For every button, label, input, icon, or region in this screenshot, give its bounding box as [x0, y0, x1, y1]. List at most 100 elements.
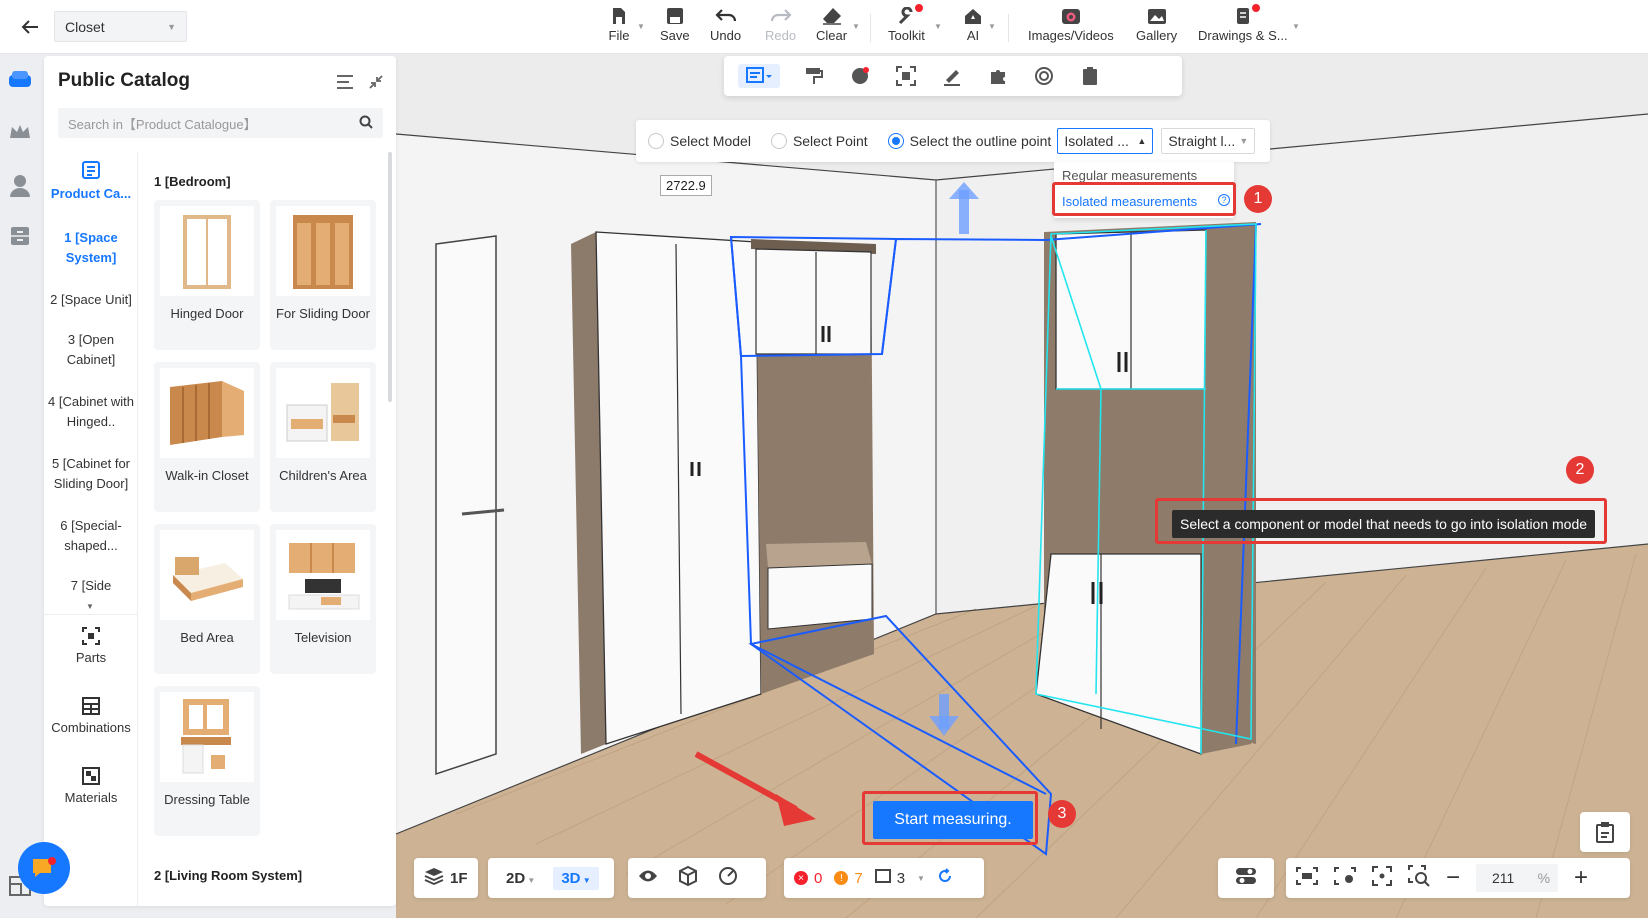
chevron-down-icon: ▼	[167, 21, 176, 32]
drawings-label: Drawings & S...	[1198, 28, 1288, 43]
list-toggle-icon[interactable]	[336, 74, 354, 95]
catalog-sofa-icon[interactable]	[6, 66, 34, 94]
gauge-icon[interactable]	[718, 866, 738, 890]
collapse-icon[interactable]	[368, 74, 384, 95]
sidebar-item-side-cabinet[interactable]: 7 [Side Cabinet]	[44, 576, 138, 600]
clear-caret-icon: ▼	[852, 22, 860, 31]
drawings-button[interactable]: Drawings & S...	[1198, 4, 1288, 43]
puzzle-icon[interactable]	[986, 64, 1010, 88]
clipboard-button[interactable]	[1580, 812, 1630, 852]
left-rail	[0, 54, 40, 918]
parts-button[interactable]: Parts	[44, 626, 138, 665]
product-card-childrens-area[interactable]: Children's Area	[270, 362, 376, 512]
view-2d-button[interactable]: 2D ▼	[498, 867, 543, 890]
3d-viewport[interactable]	[396, 54, 1648, 918]
dropdown-item-regular[interactable]: Regular measurements	[1062, 168, 1197, 183]
tab-product-catalog-label: Product Ca...	[50, 186, 132, 201]
undo-button[interactable]: Undo	[710, 6, 741, 43]
divider	[870, 14, 871, 42]
select-area-icon[interactable]	[1296, 867, 1318, 889]
product-card-dressing-table[interactable]: Dressing Table	[154, 686, 260, 836]
back-arrow-icon[interactable]	[14, 12, 46, 42]
file-caret-icon: ▼	[637, 22, 645, 31]
fit-view-icon[interactable]	[1372, 866, 1392, 890]
combinations-button[interactable]: Combinations	[44, 696, 138, 735]
floor-selector[interactable]: 1F	[414, 858, 478, 898]
gallery-button[interactable]: Gallery	[1136, 6, 1177, 43]
step-badge-1: 1	[1244, 185, 1272, 213]
card-label: Bed Area	[180, 630, 234, 645]
error-count: 0	[814, 869, 823, 887]
model-count: 3	[896, 869, 906, 887]
brush-icon[interactable]	[940, 64, 964, 88]
highlight-box-2	[1155, 498, 1607, 544]
toolkit-caret-icon: ▼	[934, 22, 942, 31]
measure-tool-icon[interactable]	[738, 64, 780, 88]
zoom-in-icon[interactable]: +	[1574, 866, 1588, 890]
zoom-region-icon[interactable]	[1408, 865, 1430, 891]
product-card-sliding-door[interactable]: For Sliding Door	[270, 200, 376, 350]
sidebar-item-hinged-cabinet[interactable]: 4 [Cabinet with Hinged..	[44, 392, 138, 432]
product-card-walk-in-closet[interactable]: Walk-in Closet	[154, 362, 260, 512]
file-label: File	[608, 28, 630, 43]
sidebar-item-special-shaped[interactable]: 6 [Special-shaped...	[44, 516, 138, 556]
save-button[interactable]: Save	[660, 6, 690, 43]
highlight-box-1	[1052, 182, 1236, 216]
notification-dot	[915, 4, 924, 12]
wrench-icon	[895, 4, 924, 26]
redo-button[interactable]: Redo	[765, 6, 796, 43]
view-3d-button[interactable]: 3D ▼	[553, 866, 599, 890]
divider	[1008, 14, 1009, 42]
sidebar-item-space-system[interactable]: 1 [Space System]	[44, 228, 138, 268]
file-button[interactable]: File	[608, 6, 630, 43]
product-card-bed-area[interactable]: Bed Area	[154, 524, 260, 674]
search-icon[interactable]	[359, 115, 373, 132]
sidebar-item-open-cabinet[interactable]: 3 [Open Cabinet]	[44, 330, 138, 370]
sidebar-item-space-unit[interactable]: 2 [Space Unit]	[44, 290, 138, 310]
paint-roller-icon[interactable]	[802, 64, 826, 88]
scroll-down-icon[interactable]: ▼	[86, 602, 94, 611]
radio-checked-icon	[887, 133, 904, 149]
toolkit-button[interactable]: Toolkit	[888, 4, 925, 43]
settings-toggle[interactable]	[1218, 858, 1274, 898]
cabinet-icon[interactable]	[6, 222, 34, 250]
camera-icon	[1060, 6, 1082, 26]
measurement-mode-select[interactable]: Isolated ... ▲	[1057, 128, 1154, 154]
ai-button[interactable]: AI	[962, 6, 984, 43]
sidebar-item-sliding-door-cabinet[interactable]: 5 [Cabinet for Sliding Door]	[44, 454, 138, 494]
zoom-input[interactable]: 211 %	[1476, 864, 1559, 892]
section-title-living-room: 2 [Living Room System]	[154, 868, 303, 883]
select-outline-point-radio[interactable]: Select the outline point	[887, 133, 1051, 149]
view-3d-label: 3D	[561, 869, 581, 887]
product-card-hinged-door[interactable]: Hinged Door	[154, 200, 260, 350]
target-icon[interactable]	[1032, 64, 1056, 88]
eraser-icon	[821, 6, 843, 26]
status-counters[interactable]: × 0 ! 7 3 ▼	[784, 858, 984, 898]
zoom-out-icon[interactable]: −	[1446, 866, 1460, 890]
tab-product-catalog[interactable]: Product Ca...	[44, 160, 138, 204]
user-icon[interactable]	[6, 172, 34, 200]
design-name-select[interactable]: Closet ▼	[54, 11, 187, 42]
select-model-radio[interactable]: Select Model	[648, 133, 751, 149]
clipboard-icon[interactable]	[1078, 64, 1102, 88]
palette-icon[interactable]	[848, 64, 872, 88]
eye-icon[interactable]	[638, 869, 658, 887]
zoom-unit: %	[1537, 870, 1551, 886]
chat-button[interactable]	[18, 842, 70, 894]
cube-icon[interactable]	[678, 865, 698, 890]
catalog-search-input[interactable]: Search in【Product Catalogue】	[58, 108, 383, 138]
floor-label: 1F	[450, 869, 468, 887]
product-card-television[interactable]: Television	[270, 524, 376, 674]
line-type-select[interactable]: Straight l... ▼	[1161, 128, 1256, 154]
card-label: Dressing Table	[164, 792, 250, 807]
focus-frame-icon[interactable]	[894, 64, 918, 88]
gallery-icon	[1146, 6, 1168, 26]
scrollbar[interactable]	[388, 152, 392, 402]
view-2d-label: 2D	[506, 869, 526, 887]
select-point-radio[interactable]: Select Point	[770, 133, 868, 149]
images-videos-button[interactable]: Images/Videos	[1028, 6, 1114, 43]
materials-button[interactable]: Materials	[44, 766, 138, 805]
clear-button[interactable]: Clear	[816, 6, 847, 43]
area-settings-icon[interactable]	[1334, 867, 1356, 889]
crown-icon[interactable]	[6, 118, 34, 146]
